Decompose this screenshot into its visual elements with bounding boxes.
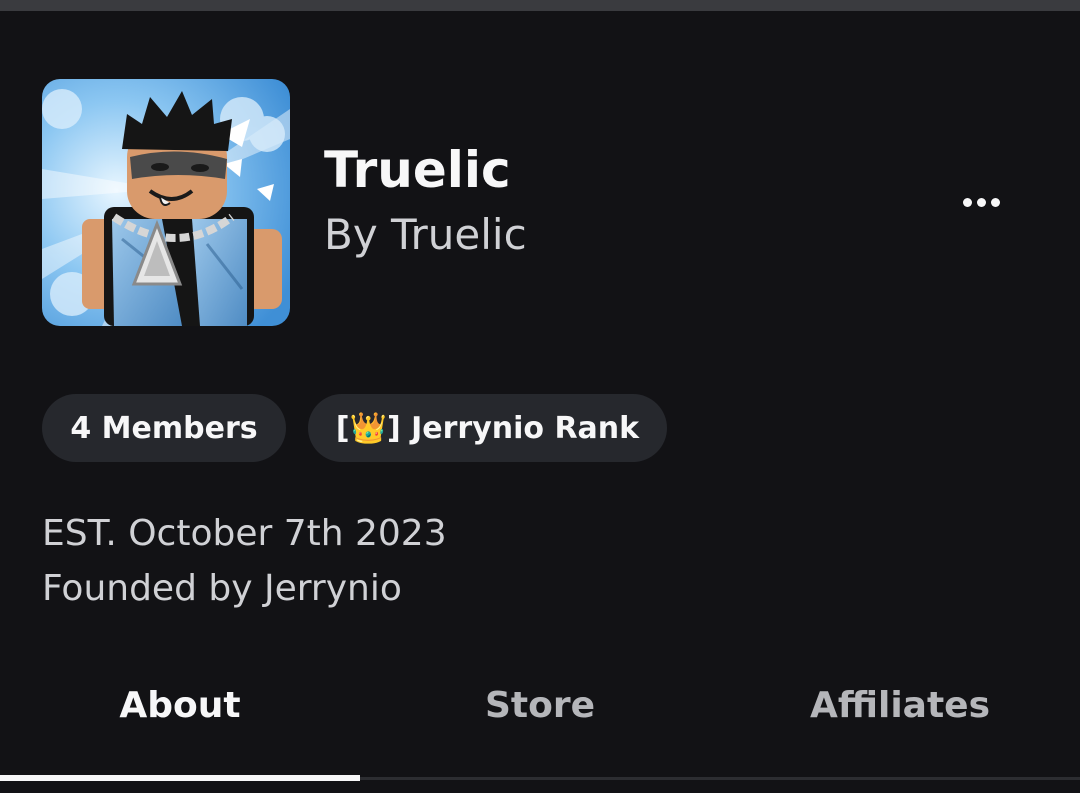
tab-affiliates[interactable]: Affiliates	[720, 660, 1080, 750]
active-tab-indicator	[0, 775, 360, 781]
tab-store[interactable]: Store	[360, 660, 720, 750]
members-count-pill[interactable]: 4 Members	[42, 394, 286, 462]
tab-about[interactable]: About	[0, 660, 360, 750]
group-title: Truelic	[324, 141, 511, 199]
group-owner-link[interactable]: By Truelic	[324, 210, 527, 260]
group-icon-image	[42, 79, 290, 326]
founder-line: Founded by Jerrynio	[42, 568, 402, 609]
more-horizontal-icon-dot	[976, 197, 986, 207]
top-status-strip	[0, 0, 1080, 11]
established-date: EST. October 7th 2023	[42, 513, 447, 554]
more-options-button[interactable]	[950, 180, 1012, 224]
user-rank-pill[interactable]: [👑] Jerrynio Rank	[308, 394, 667, 462]
more-horizontal-icon-dot	[990, 197, 1000, 207]
more-horizontal-icon	[962, 197, 972, 207]
